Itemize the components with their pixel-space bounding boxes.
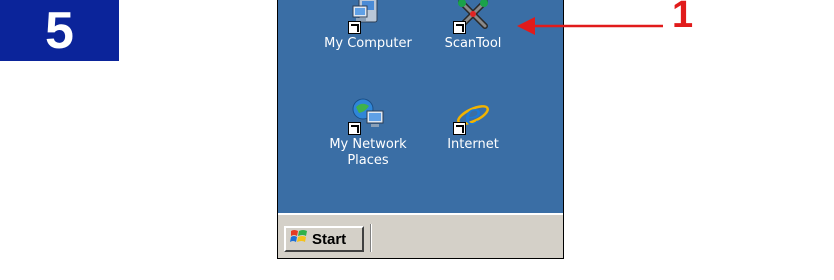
windows-logo-icon xyxy=(290,229,308,249)
callout-number: 1 xyxy=(672,0,694,36)
internet-explorer-icon: e xyxy=(453,97,491,135)
step-number: 5 xyxy=(45,1,74,60)
start-button[interactable]: Start xyxy=(284,226,364,252)
desktop-icon-label: Internet xyxy=(447,137,499,152)
taskbar: Start xyxy=(278,213,563,258)
shortcut-arrow-icon xyxy=(348,122,361,135)
desktop-icon-label: My Computer xyxy=(324,36,412,51)
desktop-icon-my-network-places[interactable]: My Network Places xyxy=(323,97,413,169)
desktop-icon-label: ScanTool xyxy=(444,36,502,51)
computer-icon xyxy=(348,0,386,34)
step-number-badge: 5 xyxy=(0,0,119,61)
network-places-icon xyxy=(348,97,386,135)
desktop-icon-internet[interactable]: e Internet xyxy=(428,97,518,153)
svg-text:e: e xyxy=(465,98,482,131)
start-button-label: Start xyxy=(312,230,347,248)
desktop-icon-my-computer[interactable]: My Computer xyxy=(323,0,413,52)
shortcut-arrow-icon xyxy=(453,122,466,135)
shortcut-arrow-icon xyxy=(453,21,466,34)
callout-arrow xyxy=(517,17,663,35)
scantool-icon xyxy=(453,0,491,34)
shortcut-arrow-icon xyxy=(348,21,361,34)
desktop-icon-scantool[interactable]: ScanTool xyxy=(428,0,518,52)
taskbar-separator xyxy=(370,224,372,252)
desktop-icon-label: My Network Places xyxy=(329,137,407,168)
